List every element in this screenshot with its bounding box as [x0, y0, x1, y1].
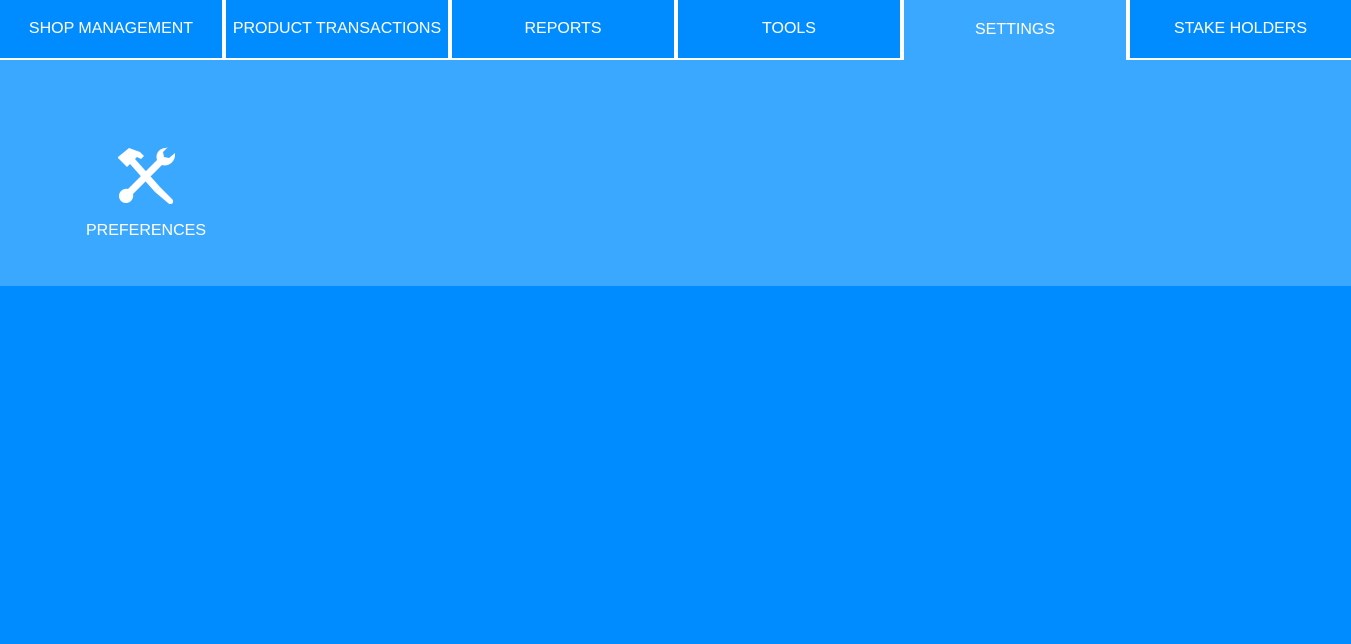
- tab-settings[interactable]: SETTINGS: [904, 0, 1126, 60]
- main-tab-bar: SHOP MANAGEMENT PRODUCT TRANSACTIONS REP…: [0, 0, 1351, 60]
- settings-panel: PREFERENCES: [0, 60, 1351, 286]
- tab-shop-management[interactable]: SHOP MANAGEMENT: [0, 0, 222, 58]
- preferences-button[interactable]: PREFERENCES: [80, 146, 212, 256]
- tab-tools[interactable]: TOOLS: [678, 0, 900, 58]
- tab-reports[interactable]: REPORTS: [452, 0, 674, 58]
- preferences-label: PREFERENCES: [85, 222, 207, 239]
- app-window: SHOP MANAGEMENT PRODUCT TRANSACTIONS REP…: [0, 0, 1351, 644]
- workspace-area: [0, 286, 1351, 644]
- tab-stake-holders[interactable]: STAKE HOLDERS: [1130, 0, 1351, 58]
- hammer-wrench-icon: [118, 147, 175, 204]
- tab-product-transactions[interactable]: PRODUCT TRANSACTIONS: [226, 0, 448, 58]
